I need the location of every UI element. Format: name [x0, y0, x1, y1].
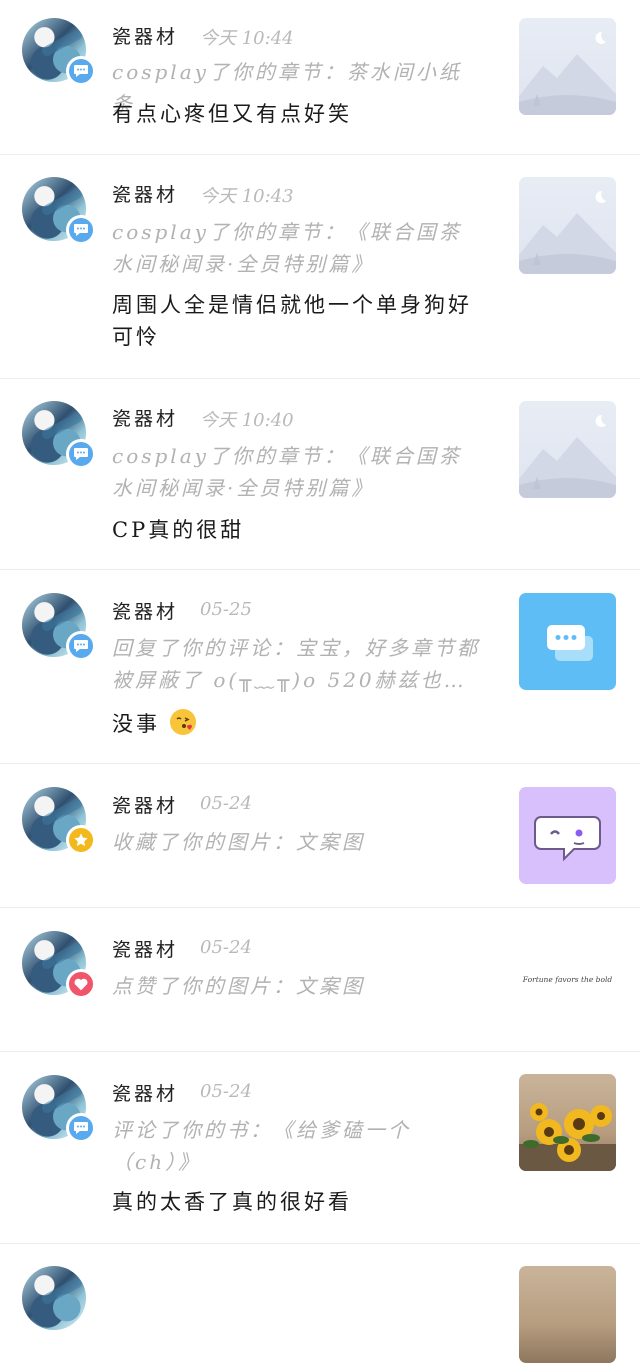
comment-icon [66, 631, 96, 661]
notification-item[interactable]: 瓷器材 今天 10:43 cosplay了你的章节：《联合国茶水间秘闻录·全员特… [0, 155, 640, 379]
timestamp: 今天 10:43 [200, 186, 294, 207]
action-text[interactable]: 评论了你的书：《给爹磕一个（ch）》 [112, 1114, 484, 1178]
timestamp: 05-24 [200, 793, 252, 814]
user-name[interactable]: 瓷器材 [112, 404, 178, 431]
mountain-placeholder-icon[interactable] [519, 177, 616, 274]
comment-icon [66, 439, 96, 469]
action-text[interactable]: 回复了你的评论：宝宝，好多章节都被屏蔽了 o(╥﹏╥)o 520赫兹也… [112, 632, 484, 696]
comment-text: 没事 [112, 712, 160, 736]
comment-icon [66, 56, 96, 86]
timestamp: 今天 10:40 [200, 410, 294, 431]
kiss-emoji-icon [169, 709, 196, 735]
action-text[interactable]: 点赞了你的图片：文案图 [112, 970, 484, 1002]
timestamp: 今天 10:44 [200, 28, 294, 49]
action-text[interactable]: 收藏了你的图片：文案图 [112, 826, 484, 858]
quote-text: Fortune favors the bold [522, 975, 613, 984]
user-name[interactable]: 瓷器材 [112, 1079, 178, 1106]
action-text[interactable]: cosplay了你的章节：《联合国茶水间秘闻录·全员特别篇》 [112, 216, 484, 280]
quote-image-thumbnail[interactable]: Fortune favors the bold [519, 931, 616, 1028]
avatar[interactable] [22, 1266, 86, 1330]
heart-icon [66, 969, 96, 999]
comment-content[interactable]: 没事 [112, 708, 484, 740]
mountain-placeholder-icon[interactable] [519, 18, 616, 115]
action-text[interactable]: cosplay了你的章节：《联合国茶水间秘闻录·全员特别篇》 [112, 440, 484, 504]
notification-item[interactable]: 瓷器材 05-24 点赞了你的图片：文案图 Fortune favors the… [0, 908, 640, 1052]
comment-content[interactable]: 周围人全是情侣就他一个单身狗好可怜 [112, 289, 484, 353]
notification-item[interactable]: 瓷器材 今天 10:40 cosplay了你的章节：《联合国茶水间秘闻录·全员特… [0, 379, 640, 570]
user-name[interactable]: 瓷器材 [112, 791, 178, 818]
comment-icon [66, 1113, 96, 1143]
timestamp: 05-24 [200, 1081, 252, 1102]
star-icon [66, 825, 96, 855]
notification-item[interactable]: 瓷器材 05-25 回复了你的评论：宝宝，好多章节都被屏蔽了 o(╥﹏╥)o 5… [0, 570, 640, 764]
photo-thumbnail[interactable] [519, 1266, 616, 1363]
timestamp: 05-25 [200, 599, 252, 620]
comment-content[interactable]: 真的太香了真的很好看 [112, 1186, 484, 1218]
notification-item[interactable] [0, 1244, 640, 1363]
user-name[interactable]: 瓷器材 [112, 597, 178, 624]
user-name[interactable]: 瓷器材 [112, 180, 178, 207]
notification-item[interactable]: 瓷器材 05-24 收藏了你的图片：文案图 [0, 764, 640, 908]
comment-content[interactable]: 有点心疼但又有点好笑 [112, 98, 484, 130]
timestamp: 05-24 [200, 937, 252, 958]
comment-content[interactable]: CP真的很甜 [112, 514, 484, 546]
wink-bubble-icon[interactable] [519, 787, 616, 884]
user-name[interactable]: 瓷器材 [112, 22, 178, 49]
mountain-placeholder-icon[interactable] [519, 401, 616, 498]
notification-item[interactable]: 瓷器材 今天 10:44 cosplay了你的章节：茶水间小纸条 有点心疼但又有… [0, 0, 640, 155]
user-name[interactable]: 瓷器材 [112, 935, 178, 962]
sunflower-photo[interactable] [519, 1074, 616, 1171]
notification-item[interactable]: 瓷器材 05-24 评论了你的书：《给爹磕一个（ch）》 真的太香了真的很好看 [0, 1052, 640, 1244]
comment-icon [66, 215, 96, 245]
chat-bubbles-icon[interactable] [519, 593, 616, 690]
